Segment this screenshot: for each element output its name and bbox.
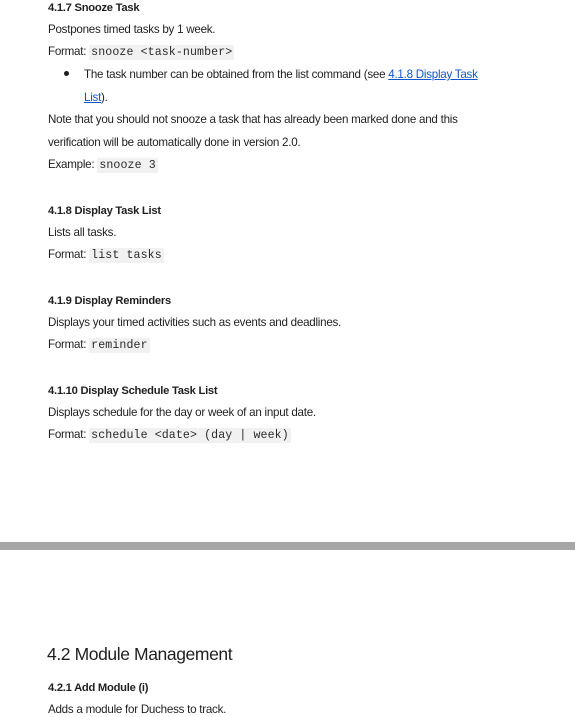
display-task-list-format: Format: list tasks [48,247,164,264]
display-task-list-link-continued[interactable]: List [84,91,101,104]
bullet-icon [64,71,69,76]
display-task-list-description: Lists all tasks. [48,226,117,239]
snooze-format-code: snooze <task-number> [89,45,235,60]
display-reminders-description: Displays your timed activities such as e… [48,316,342,329]
snooze-bullet-line-2: List). [84,90,108,106]
display-reminders-format-code: reminder [89,338,150,353]
display-task-list-format-code: list tasks [89,248,164,263]
document-page-1: 4.1.7 Snooze Task Postpones timed tasks … [0,0,575,542]
snooze-example: Example: snooze 3 [48,157,158,174]
format-label: Format: [48,248,90,261]
page-break-divider [0,542,575,550]
section-heading-snooze: 4.1.7 Snooze Task [48,2,140,14]
add-module-description: Adds a module for Duchess to track. [48,703,227,716]
section-heading-display-reminders: 4.1.9 Display Reminders [48,295,171,307]
format-label: Format: [48,338,90,351]
display-task-list-link[interactable]: 4.1.8 Display Task [388,68,478,81]
section-heading-display-task-list: 4.1.8 Display Task List [48,205,161,217]
snooze-format: Format: snooze <task-number> [48,44,235,61]
snooze-example-code: snooze 3 [97,158,158,173]
section-heading-add-module: 4.2.1 Add Module (i) [48,682,149,694]
format-label: Format: [48,428,90,441]
document-page-2: 4.2 Module Management 4.2.1 Add Module (… [0,550,575,717]
section-heading-display-schedule: 4.1.10 Display Schedule Task List [48,385,218,397]
bullet-text: The task number can be obtained from the… [84,68,389,81]
section-title-module-management: 4.2 Module Management [47,644,233,664]
snooze-note-line-1: Note that you should not snooze a task t… [48,113,458,126]
snooze-note-line-2: verification will be automatically done … [48,136,301,149]
format-label: Format: [48,45,90,58]
display-schedule-description: Displays schedule for the day or week of… [48,406,316,419]
display-reminders-format: Format: reminder [48,337,150,354]
snooze-description: Postpones timed tasks by 1 week. [48,23,216,36]
display-schedule-format: Format: schedule <date> (day | week) [48,427,291,444]
example-label: Example: [48,158,98,171]
snooze-bullet-line-1: The task number can be obtained from the… [84,67,478,83]
bullet-suffix: ). [101,91,108,104]
display-schedule-format-code: schedule <date> (day | week) [89,428,291,443]
